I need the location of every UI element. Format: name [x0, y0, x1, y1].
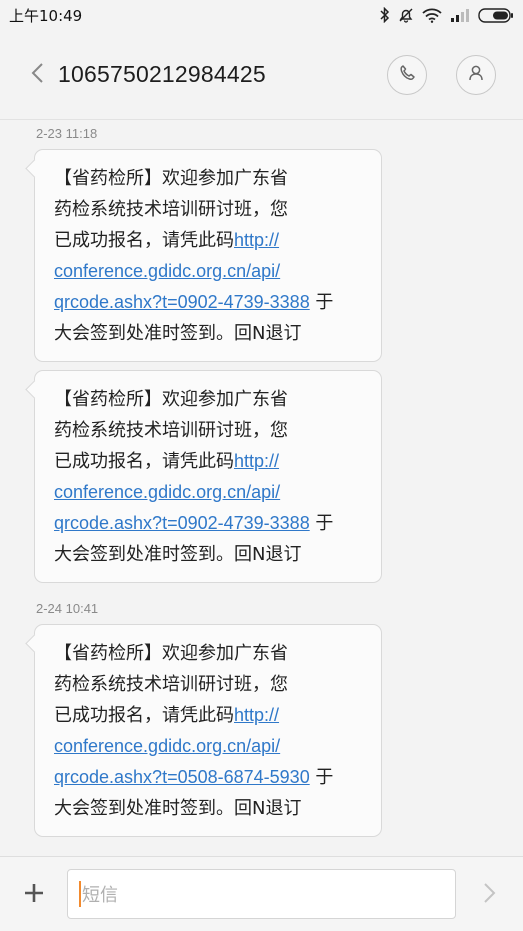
message-line: 药检系统技术培训研讨班，您 — [54, 674, 288, 695]
plus-icon — [23, 882, 45, 908]
message-line: 【省药检所】欢迎参加广东省 — [54, 389, 288, 410]
signal-icon — [450, 8, 470, 22]
contact-number: 1065750212984425 — [58, 61, 266, 87]
message-text: 于 — [309, 767, 334, 788]
message-link[interactable]: http:// — [234, 451, 279, 471]
message-input-placeholder: 短信 — [82, 885, 118, 906]
conversation-header: 1065750212984425 — [0, 30, 523, 120]
message-line: 已成功报名，请凭此码http:// — [54, 446, 371, 477]
message-text: 已成功报名，请凭此码 — [54, 230, 234, 251]
message-link[interactable]: qrcode.ashx?t=0902-4739-3388 — [54, 513, 310, 533]
message-link[interactable]: http:// — [234, 230, 279, 250]
status-time: 上午10:49 — [9, 6, 83, 25]
message-line: 大会签到处准时签到。回N退订 — [54, 798, 302, 819]
message-link[interactable]: qrcode.ashx?t=0902-4739-3388 — [54, 292, 310, 312]
message-text: 已成功报名，请凭此码 — [54, 451, 234, 472]
message-timestamp: 2-23 11:18 — [36, 126, 98, 141]
message-line: 大会签到处准时签到。回N退订 — [54, 323, 302, 344]
chevron-right-icon — [483, 882, 497, 908]
message-link[interactable]: qrcode.ashx?t=0508-6874-5930 — [54, 767, 310, 787]
message-line: 药检系统技术培训研讨班，您 — [54, 199, 288, 220]
message-thread[interactable]: 2-23 11:18 【省药检所】欢迎参加广东省 药检系统技术培训研讨班，您 已… — [0, 121, 523, 856]
message-text: 于 — [309, 292, 334, 313]
message-text: 已成功报名，请凭此码 — [54, 705, 234, 726]
phone-icon — [398, 64, 416, 86]
back-button[interactable] — [20, 55, 54, 95]
battery-icon — [478, 7, 514, 23]
message-line: 已成功报名，请凭此码http:// — [54, 700, 371, 731]
message-bubble[interactable]: 【省药检所】欢迎参加广东省 药检系统技术培训研讨班，您 已成功报名，请凭此码ht… — [25, 370, 382, 583]
status-bar: 上午10:49 — [0, 0, 523, 30]
bluetooth-icon — [380, 7, 390, 23]
message-bubble[interactable]: 【省药检所】欢迎参加广东省 药检系统技术培训研讨班，您 已成功报名，请凭此码ht… — [25, 149, 382, 362]
chevron-left-icon — [30, 62, 44, 88]
message-link[interactable]: http:// — [234, 705, 279, 725]
message-line: 药检系统技术培训研讨班，您 — [54, 420, 288, 441]
bubble-tail — [25, 380, 44, 399]
bubble-tail — [25, 634, 44, 653]
message-line: qrcode.ashx?t=0902-4739-3388 于 — [54, 508, 371, 539]
message-input[interactable]: 短信 — [67, 869, 456, 919]
message-line: qrcode.ashx?t=0508-6874-5930 于 — [54, 762, 371, 793]
message-line: qrcode.ashx?t=0902-4739-3388 于 — [54, 287, 371, 318]
contact-button[interactable] — [456, 55, 496, 95]
message-bubble[interactable]: 【省药检所】欢迎参加广东省 药检系统技术培训研讨班，您 已成功报名，请凭此码ht… — [25, 624, 382, 837]
message-link[interactable]: conference.gdidc.org.cn/api/ — [54, 477, 371, 508]
wifi-icon — [422, 8, 442, 23]
message-text: 于 — [309, 513, 334, 534]
message-link[interactable]: conference.gdidc.org.cn/api/ — [54, 256, 371, 287]
message-line: 【省药检所】欢迎参加广东省 — [54, 168, 288, 189]
message-composer: 短信 — [0, 856, 523, 931]
message-link[interactable]: conference.gdidc.org.cn/api/ — [54, 731, 371, 762]
call-button[interactable] — [387, 55, 427, 95]
send-button[interactable] — [476, 881, 504, 909]
message-line: 大会签到处准时签到。回N退订 — [54, 544, 302, 565]
person-icon — [467, 64, 485, 86]
status-icons — [380, 7, 514, 23]
bubble-tail — [25, 159, 44, 178]
message-line: 已成功报名，请凭此码http:// — [54, 225, 371, 256]
message-timestamp: 2-24 10:41 — [36, 601, 99, 616]
message-line: 【省药检所】欢迎参加广东省 — [54, 643, 288, 664]
alarm-off-icon — [398, 7, 414, 23]
add-attachment-button[interactable] — [20, 881, 48, 909]
text-caret — [79, 881, 81, 907]
